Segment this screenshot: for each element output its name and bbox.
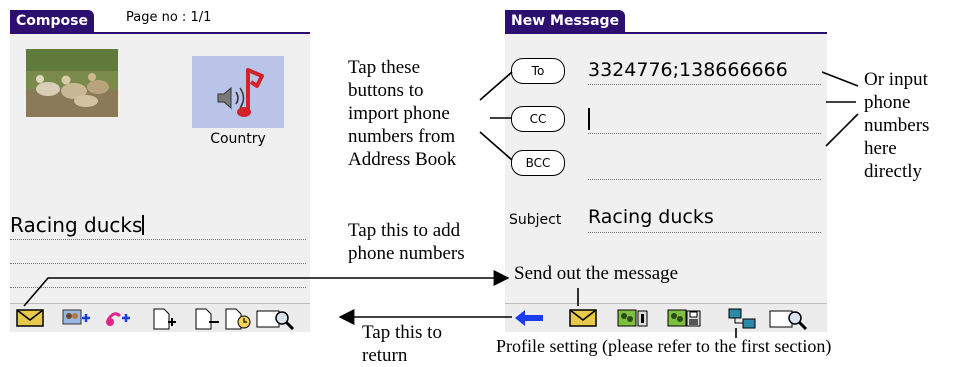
annotation-leaders (23, 71, 859, 338)
